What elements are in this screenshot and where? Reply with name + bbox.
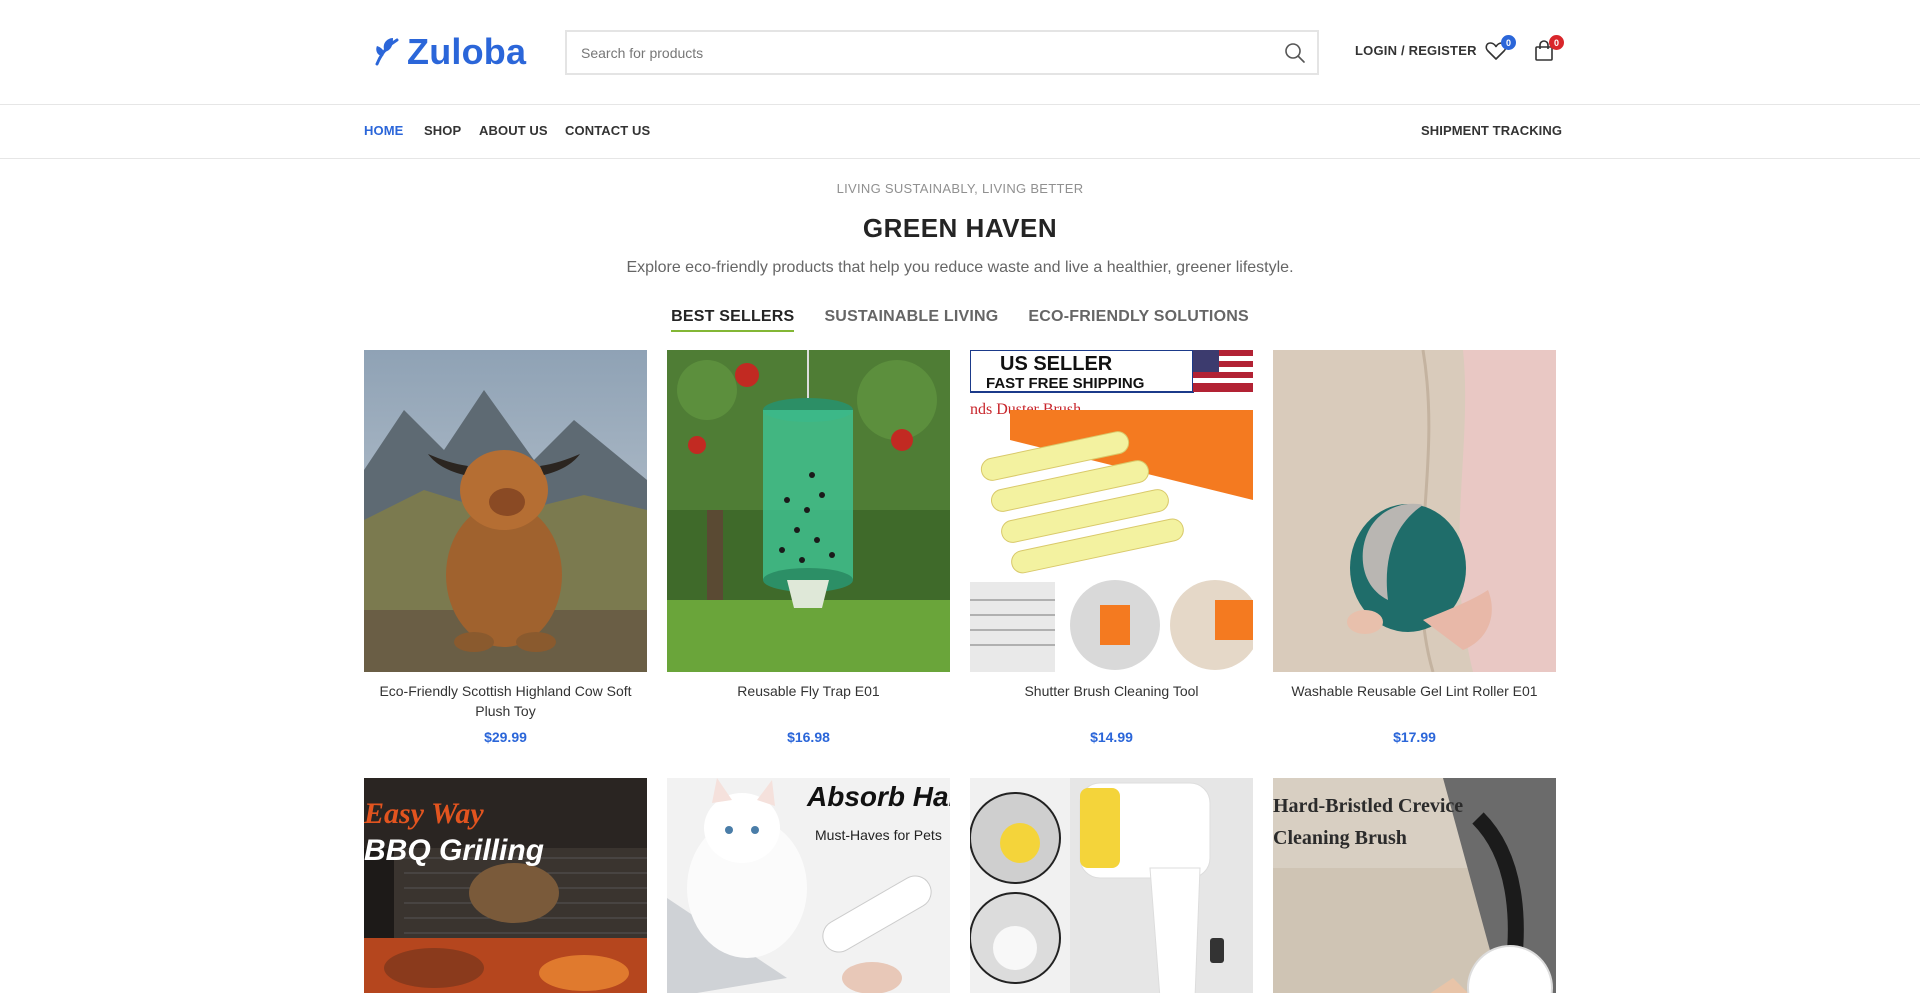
cart-count-badge: 0 [1549, 35, 1564, 50]
banner-text: US SELLER [1000, 353, 1113, 375]
search-button[interactable] [1283, 41, 1307, 65]
banner-text: FAST FREE SHIPPING [986, 375, 1144, 392]
nav-contact-us[interactable]: CONTACT US [565, 123, 650, 138]
header: Zuloba LOGIN / REGISTER 0 0 [0, 0, 1920, 105]
product-image-lint-roller[interactable] [1273, 350, 1556, 672]
promo-text: Absorb Hair [806, 781, 950, 812]
nav-about-us[interactable]: ABOUT US [479, 123, 548, 138]
cart-button[interactable]: 0 [1532, 35, 1564, 65]
main-nav: HOME SHOP ABOUT US CONTACT US SHIPMENT T… [0, 106, 1920, 159]
product-image-pet-hair-remover[interactable]: Absorb Hair Must-Haves for Pets [667, 778, 950, 993]
product-price: $16.98 [787, 729, 830, 745]
promo-text: Easy Way [364, 797, 484, 830]
product-name[interactable]: Reusable Fly Trap E01 [675, 681, 942, 701]
login-register-link[interactable]: LOGIN / REGISTER [1355, 43, 1477, 58]
product-image-spin-scrubber[interactable] [970, 778, 1253, 993]
product-image-shutter-brush[interactable]: US SELLER FAST FREE SHIPPING nds Duster … [970, 350, 1253, 672]
product-price: $29.99 [484, 729, 527, 745]
nav-home[interactable]: HOME [364, 123, 403, 138]
section-subtitle: LIVING SUSTAINABLY, LIVING BETTER [836, 181, 1084, 196]
product-name[interactable]: Eco-Friendly Scottish Highland Cow Soft … [372, 681, 639, 721]
leaf-logo-icon [375, 38, 399, 66]
logo-text: Zuloba [407, 31, 527, 72]
product-image-crevice-brush[interactable]: Hard-Bristled Crevice Cleaning Brush [1273, 778, 1556, 993]
product-name[interactable]: Shutter Brush Cleaning Tool [978, 681, 1245, 701]
promo-text: Must-Haves for Pets [815, 827, 942, 843]
product-name[interactable]: Washable Reusable Gel Lint Roller E01 [1281, 681, 1548, 701]
nav-shop[interactable]: SHOP [424, 123, 461, 138]
search-icon [1285, 43, 1305, 63]
wishlist-button[interactable]: 0 [1484, 35, 1516, 65]
product-image-fly-trap[interactable] [667, 350, 950, 672]
search-input[interactable] [567, 32, 1317, 73]
tab-sustainable-living[interactable]: SUSTAINABLE LIVING [824, 308, 998, 332]
section-title: GREEN HAVEN [862, 213, 1058, 243]
logo[interactable]: Zuloba [373, 30, 526, 74]
promo-text: BBQ Grilling [364, 834, 544, 867]
tab-best-sellers[interactable]: BEST SELLERS [671, 308, 795, 332]
search-box [565, 30, 1319, 75]
tab-eco-friendly-solutions[interactable]: ECO-FRIENDLY SOLUTIONS [1028, 308, 1248, 332]
product-price: $14.99 [1090, 729, 1133, 745]
nav-shipment-tracking[interactable]: SHIPMENT TRACKING [1421, 123, 1562, 138]
product-tabs: BEST SELLERS SUSTAINABLE LIVING ECO-FRIE… [0, 308, 1920, 332]
product-image-bbq-grill-mat[interactable]: Easy Way BBQ Grilling [364, 778, 647, 993]
section-description: Explore eco-friendly products that help … [626, 259, 1294, 276]
product-image-highland-cow[interactable] [364, 350, 647, 672]
promo-text: Cleaning Brush [1273, 827, 1407, 849]
product-price: $17.99 [1393, 729, 1436, 745]
promo-text: Hard-Bristled Crevice [1273, 795, 1463, 817]
wishlist-count-badge: 0 [1501, 35, 1516, 50]
